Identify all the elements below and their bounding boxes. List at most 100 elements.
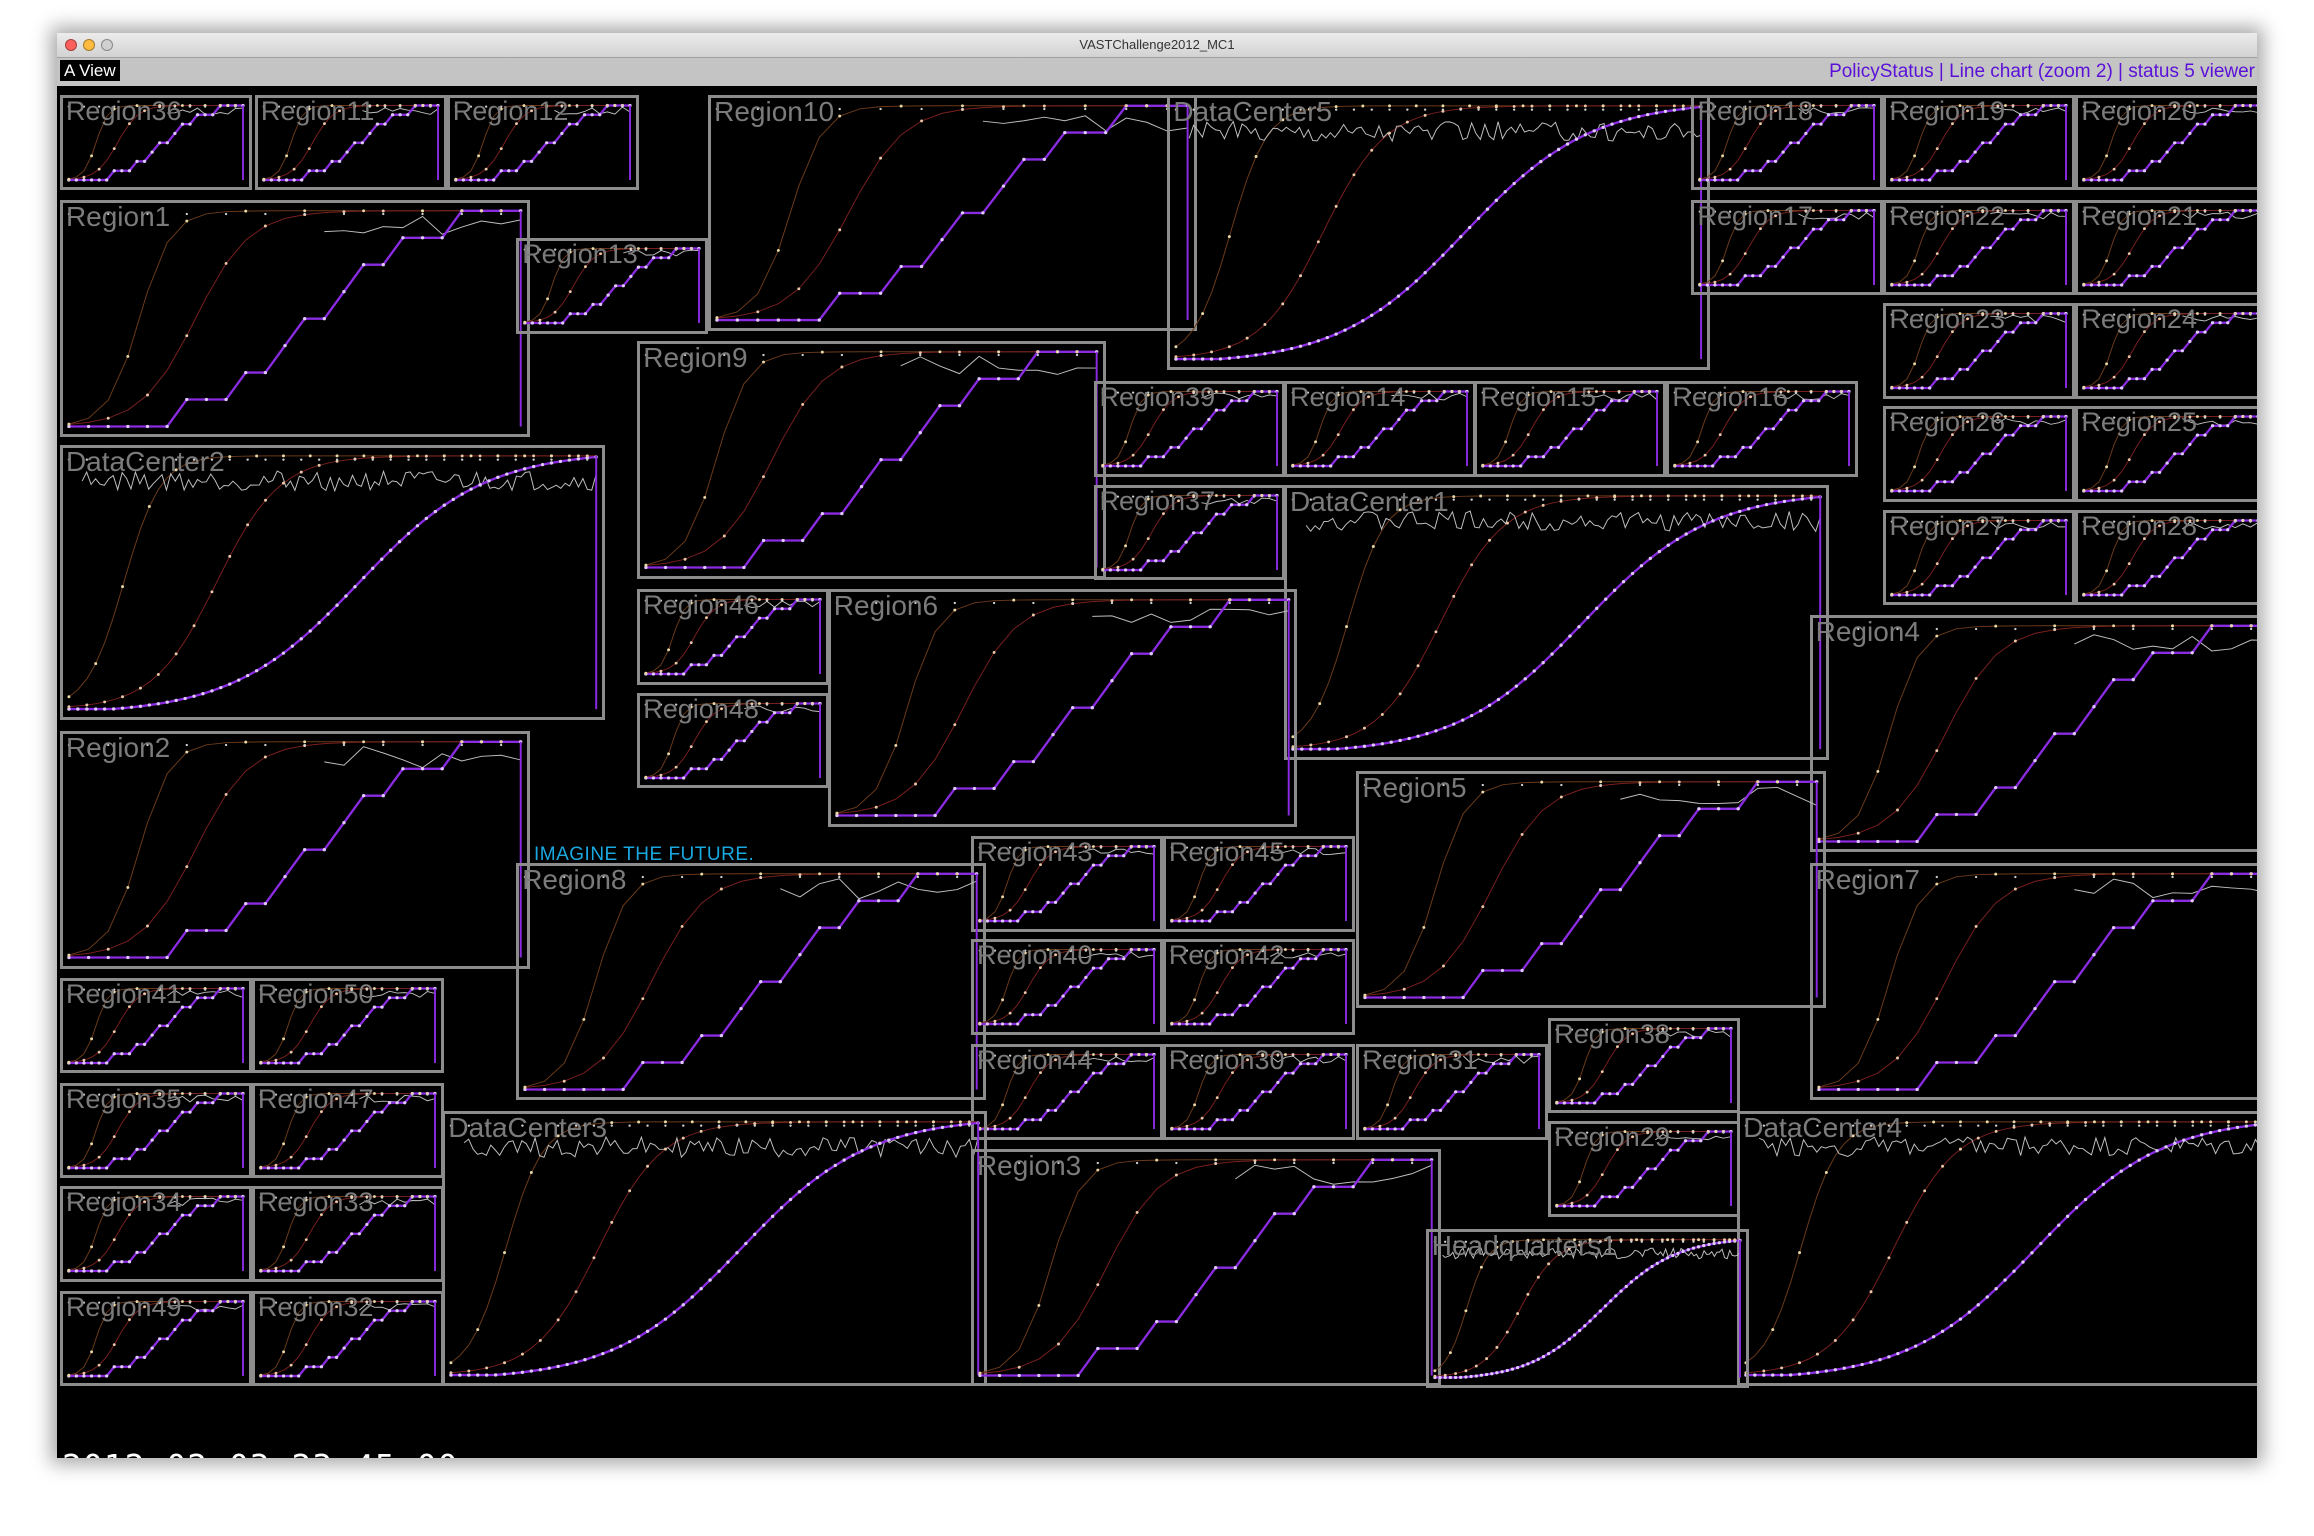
baseline-point	[1548, 108, 1552, 111]
mid-series-point	[567, 454, 571, 458]
chart-panel-region28[interactable]: Region28	[2075, 509, 2257, 606]
chart-panel-region15[interactable]: Region15	[1474, 381, 1667, 477]
early-series-point	[330, 104, 334, 107]
chart-panel-region4[interactable]: Region4	[1809, 614, 2257, 852]
baseline-point	[262, 105, 265, 108]
purple-series-point	[1639, 563, 1644, 568]
chart-panel-region7[interactable]: Region7	[1809, 862, 2257, 1100]
view-label[interactable]: A View	[60, 60, 120, 81]
chart-panel-region13[interactable]: Region13	[516, 238, 709, 334]
baseline-point	[1977, 1124, 1980, 1127]
purple-series-point	[1114, 1062, 1118, 1066]
purple-series-point	[2227, 1126, 2231, 1131]
chart-panel-region34[interactable]: Region34	[59, 1186, 252, 1282]
chart-panel-region9[interactable]: Region9	[637, 341, 1106, 579]
chart-panel-region12[interactable]: Region12	[446, 94, 639, 191]
baseline-point	[2189, 520, 2192, 523]
baseline-point	[1200, 949, 1204, 953]
view-status-text[interactable]: PolicyStatus | Line chart (zoom 2) | sta…	[1829, 61, 2255, 83]
chart-panel-region49[interactable]: Region49	[59, 1290, 252, 1387]
chart-panel-region37[interactable]: Region37	[1093, 484, 1286, 581]
purple-series-point	[1106, 957, 1111, 961]
chart-panel-region50[interactable]: Region50	[251, 977, 444, 1074]
baseline-point	[1397, 391, 1401, 395]
chart-panel-region29[interactable]: Region29	[1548, 1121, 1741, 1217]
chart-panel-region46[interactable]: Region46	[637, 589, 830, 685]
chart-panel-datacenter3[interactable]: DataCenter3	[442, 1110, 988, 1386]
purple-series-point	[402, 1100, 407, 1105]
chart-panel-headquarters1[interactable]: Headquarters1	[1425, 1228, 1749, 1388]
chart-panel-region41[interactable]: Region41	[59, 977, 252, 1074]
title-bar[interactable]: VASTChallenge2012_MC1	[57, 33, 2257, 58]
chart-panel-region36[interactable]: Region36	[59, 94, 252, 191]
chart-panel-region38[interactable]: Region38	[1548, 1017, 1741, 1114]
chart-panel-datacenter4[interactable]: DataCenter4	[1737, 1110, 2257, 1386]
baseline-point	[1101, 391, 1104, 395]
baseline-point	[398, 105, 402, 108]
early-series-line	[979, 1054, 1154, 1129]
chart-panel-region32[interactable]: Region32	[251, 1290, 444, 1387]
purple-series-point	[1913, 489, 1917, 493]
chart-panel-region35[interactable]: Region35	[59, 1082, 252, 1179]
chart-panel-region22[interactable]: Region22	[1883, 199, 2076, 296]
purple-series-point	[1720, 515, 1724, 519]
purple-series-point	[1887, 1354, 1891, 1359]
baseline-point	[2042, 105, 2045, 108]
chart-panel-region48[interactable]: Region48	[637, 692, 830, 789]
purple-series-point	[1474, 1374, 1478, 1378]
baseline-point	[1207, 391, 1210, 395]
baseline-point	[1602, 108, 1605, 111]
chart-panel-region31[interactable]: Region31	[1356, 1044, 1549, 1140]
early-series-point	[2039, 1120, 2043, 1123]
chart-panel-region19[interactable]: Region19	[1883, 94, 2076, 191]
purple-series-point	[1469, 1374, 1473, 1378]
chart-panel-region6[interactable]: Region6	[827, 589, 1298, 827]
early-series-point	[1386, 1103, 1390, 1107]
chart-panel-region44[interactable]: Region44	[970, 1044, 1163, 1140]
purple-series-point	[1706, 283, 1710, 287]
chart-panel-region47[interactable]: Region47	[251, 1082, 444, 1179]
purple-series-point	[1598, 1309, 1602, 1313]
early-series-point	[1555, 1100, 1559, 1104]
mid-series-line	[1557, 1131, 1732, 1206]
chart-panel-region14[interactable]: Region14	[1283, 381, 1476, 477]
purple-series-point	[546, 321, 550, 325]
chart-panel-region16[interactable]: Region16	[1666, 381, 1859, 477]
chart-panel-region11[interactable]: Region11	[254, 94, 447, 191]
line-chart	[67, 1194, 245, 1273]
chart-panel-region3[interactable]: Region3	[970, 1149, 1441, 1387]
chart-panel-datacenter5[interactable]: DataCenter5	[1167, 94, 1711, 370]
chart-panel-region33[interactable]: Region33	[251, 1186, 444, 1282]
chart-panel-datacenter1[interactable]: DataCenter1	[1283, 484, 1830, 760]
chart-panel-region5[interactable]: Region5	[1356, 771, 1826, 1009]
purple-series-point	[2211, 424, 2215, 428]
chart-panel-region42[interactable]: Region42	[1162, 939, 1355, 1035]
chart-panel-region10[interactable]: Region10	[708, 94, 1197, 331]
chart-panel-region45[interactable]: Region45	[1162, 836, 1355, 932]
chart-panel-region18[interactable]: Region18	[1691, 94, 1884, 191]
baseline-point	[1210, 108, 1214, 111]
purple-series-point	[539, 1367, 543, 1372]
baseline-point	[610, 1124, 614, 1127]
chart-panel-datacenter2[interactable]: DataCenter2	[59, 444, 606, 720]
baseline-point	[2013, 1124, 2016, 1127]
chart-panel-region24[interactable]: Region24	[2075, 303, 2257, 399]
chart-panel-region8[interactable]: Region8	[516, 862, 986, 1100]
chart-panel-region27[interactable]: Region27	[1883, 509, 2076, 606]
chart-panel-region23[interactable]: Region23	[1883, 303, 2076, 399]
chart-panel-region30[interactable]: Region30	[1162, 1044, 1355, 1140]
chart-panel-region40[interactable]: Region40	[970, 939, 1163, 1035]
purple-series-point	[993, 1022, 997, 1027]
chart-panel-region1[interactable]: Region1	[59, 199, 530, 437]
chart-panel-region26[interactable]: Region26	[1883, 406, 2076, 502]
chart-panel-region2[interactable]: Region2	[59, 731, 530, 969]
chart-panel-region43[interactable]: Region43	[970, 836, 1163, 932]
baseline-point	[1840, 391, 1843, 395]
purple-series-line	[1675, 390, 1850, 468]
chart-panel-region25[interactable]: Region25	[2075, 406, 2257, 502]
chart-panel-region21[interactable]: Region21	[2075, 199, 2257, 296]
chart-panel-region17[interactable]: Region17	[1691, 199, 1884, 296]
chart-panel-region20[interactable]: Region20	[2075, 94, 2257, 191]
chart-panel-region39[interactable]: Region39	[1093, 381, 1286, 477]
baseline-point	[1577, 498, 1581, 501]
